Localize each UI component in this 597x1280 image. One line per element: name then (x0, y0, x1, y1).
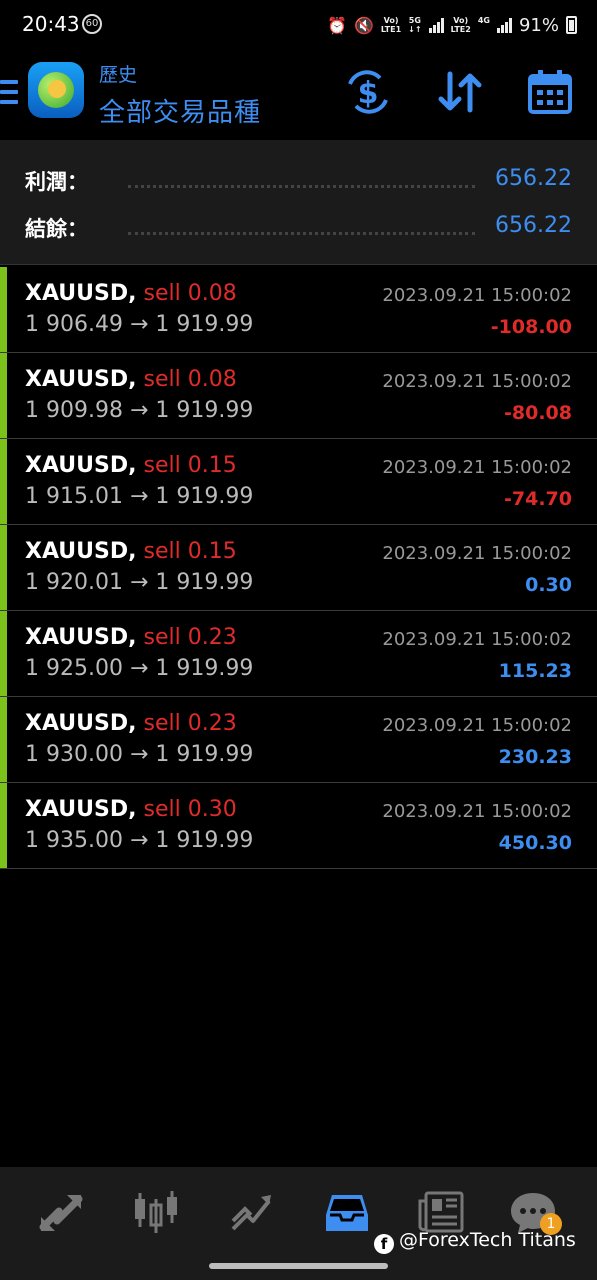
deal-symbol: XAUUSD, (25, 539, 137, 564)
balance-value: 656.22 (495, 213, 572, 238)
5g-indicator: 5G ↓↑ (408, 16, 422, 34)
deal-side: sell 0.30 (143, 797, 237, 822)
deal-row[interactable]: XAUUSD, sell 0.08 1 906.49 → 1 919.99 20… (0, 267, 597, 353)
battery-icon (566, 16, 577, 34)
deal-prices: 1 906.49 → 1 919.99 (25, 312, 254, 337)
facebook-icon: f (374, 1234, 394, 1254)
deal-profit: 115.23 (498, 660, 572, 682)
deal-profit: 450.30 (498, 832, 572, 854)
signal1-icon (428, 17, 444, 33)
dotted-leader (128, 185, 475, 188)
deal-type-bar (0, 783, 7, 868)
status-icons: ⏰ 🔇 Vo) LTE1 5G ↓↑ Vo) LTE2 4G 91% (327, 10, 577, 40)
deal-side: sell 0.15 (143, 453, 237, 478)
deal-row[interactable]: XAUUSD, sell 0.15 1 915.01 → 1 919.99 20… (0, 439, 597, 525)
deal-type-bar (0, 611, 7, 696)
deal-prices: 1 920.01 → 1 919.99 (25, 570, 254, 595)
data-saver-icon: 60 (82, 14, 102, 34)
symbol-filter[interactable]: 全部交易品種 (99, 92, 261, 129)
chart-icon[interactable] (131, 1187, 181, 1237)
deal-time: 2023.09.21 15:00:02 (382, 371, 572, 392)
volte1-indicator: Vo) LTE1 (380, 16, 402, 34)
deal-time: 2023.09.21 15:00:02 (382, 801, 572, 822)
dotted-leader (128, 232, 475, 235)
deal-side: sell 0.15 (143, 539, 237, 564)
home-indicator[interactable] (209, 1263, 388, 1269)
page-subtitle: 歷史 (99, 64, 138, 86)
mute-icon: 🔇 (353, 15, 374, 35)
deal-symbol: XAUUSD, (25, 453, 137, 478)
bottom-nav: 1 f @ForexTech Titans (0, 1167, 597, 1280)
deal-profit: 0.30 (525, 574, 572, 596)
trade-icon[interactable] (227, 1187, 277, 1237)
calendar-icon[interactable] (526, 70, 574, 114)
balance-row: 結餘： 656.22 (0, 213, 597, 243)
deal-side: sell 0.23 (143, 625, 237, 650)
app-logo (28, 62, 84, 118)
watermark: f @ForexTech Titans (374, 1229, 576, 1254)
status-bar: 20:43 60 ⏰ 🔇 Vo) LTE1 5G ↓↑ Vo) LTE2 4G 91% (0, 0, 597, 52)
deposit-filter-icon[interactable]: $ (344, 70, 392, 114)
deal-symbol: XAUUSD, (25, 281, 137, 306)
alarm-icon: ⏰ (327, 15, 347, 35)
svg-text:$: $ (358, 76, 379, 111)
deal-type-bar (0, 697, 7, 782)
deal-type-bar (0, 525, 7, 610)
summary-panel: 利潤： 656.22 結餘： 656.22 (0, 140, 597, 265)
deal-side: sell 0.08 (143, 367, 237, 392)
deal-type-bar (0, 439, 7, 524)
deal-profit: -74.70 (504, 488, 572, 510)
quotes-icon[interactable] (37, 1187, 87, 1237)
history-icon[interactable] (322, 1187, 372, 1237)
deal-prices: 1 925.00 → 1 919.99 (25, 656, 254, 681)
deal-row[interactable]: XAUUSD, sell 0.08 1 909.98 → 1 919.99 20… (0, 353, 597, 439)
volte2-indicator: Vo) LTE2 (450, 16, 471, 34)
battery-percent: 91% (518, 14, 559, 36)
balance-label: 結餘： (25, 217, 88, 241)
deal-type-bar (0, 267, 7, 352)
status-time: 20:43 (22, 12, 80, 36)
deal-row[interactable]: XAUUSD, sell 0.30 1 935.00 → 1 919.99 20… (0, 783, 597, 869)
deal-time: 2023.09.21 15:00:02 (382, 457, 572, 478)
signal2-icon (496, 17, 512, 33)
4g-indicator: 4G (477, 16, 490, 25)
deal-prices: 1 930.00 → 1 919.99 (25, 742, 254, 767)
deal-time: 2023.09.21 15:00:02 (382, 285, 572, 306)
deal-symbol: XAUUSD, (25, 711, 137, 736)
deal-time: 2023.09.21 15:00:02 (382, 629, 572, 650)
deal-row[interactable]: XAUUSD, sell 0.23 1 925.00 → 1 919.99 20… (0, 611, 597, 697)
deal-prices: 1 915.01 → 1 919.99 (25, 484, 254, 509)
deal-time: 2023.09.21 15:00:02 (382, 715, 572, 736)
deal-prices: 1 909.98 → 1 919.99 (25, 398, 254, 423)
deal-symbol: XAUUSD, (25, 367, 137, 392)
sort-icon[interactable] (436, 70, 484, 114)
deal-row[interactable]: XAUUSD, sell 0.15 1 920.01 → 1 919.99 20… (0, 525, 597, 611)
deal-type-bar (0, 353, 7, 438)
deal-profit: -108.00 (490, 316, 572, 338)
app-header: 歷史 全部交易品種 $ (0, 52, 597, 140)
deal-symbol: XAUUSD, (25, 797, 137, 822)
deal-row[interactable]: XAUUSD, sell 0.23 1 930.00 → 1 919.99 20… (0, 697, 597, 783)
profit-label: 利潤： (25, 170, 88, 194)
profit-value: 656.22 (495, 166, 572, 191)
deal-profit: -80.08 (504, 402, 572, 424)
profit-row: 利潤： 656.22 (0, 166, 597, 196)
menu-icon[interactable] (0, 80, 18, 104)
deal-side: sell 0.23 (143, 711, 237, 736)
deal-symbol: XAUUSD, (25, 625, 137, 650)
deal-time: 2023.09.21 15:00:02 (382, 543, 572, 564)
deals-list: XAUUSD, sell 0.08 1 906.49 → 1 919.99 20… (0, 267, 597, 869)
deal-prices: 1 935.00 → 1 919.99 (25, 828, 254, 853)
deal-side: sell 0.08 (143, 281, 237, 306)
deal-profit: 230.23 (498, 746, 572, 768)
